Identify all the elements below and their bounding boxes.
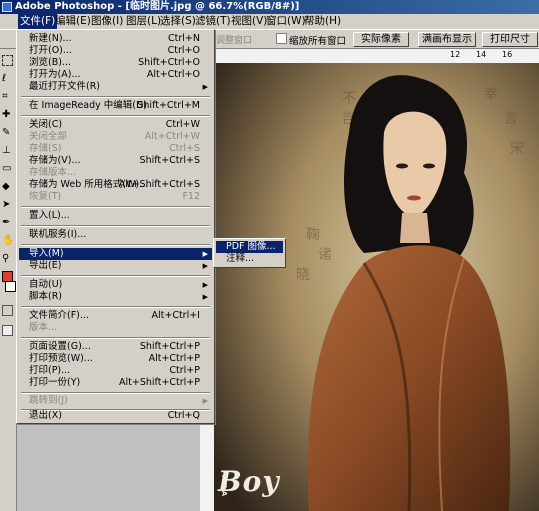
resize-window-option: 调整窗口 [216, 36, 253, 46]
file-menu-dropdown: 新建(N)... Ctrl+N 打开(O)... Ctrl+O 浏览(B)... Sh… [16, 29, 215, 424]
actual-pixels-button[interactable]: 实际像素 [353, 32, 409, 47]
menu-item-save-for-web[interactable]: 存储为 Web 所用格式(W)... Alt+Shift+Ctrl+S [19, 179, 212, 191]
menu-item-place[interactable]: 置入(L)... [19, 210, 212, 222]
menu-separator [21, 96, 210, 98]
menu-separator [21, 275, 210, 277]
submenu-arrow-icon: ▶ [202, 262, 208, 270]
menu-item-save-version: 存储版本... [29, 167, 77, 178]
stamp-tool-icon[interactable]: ⊥ [2, 145, 13, 156]
screen-mode-icon[interactable] [2, 325, 13, 336]
ruler-top: 12 14 16 [200, 49, 539, 64]
submenu-item-annotations[interactable]: 注释... [216, 253, 283, 265]
svg-text:晓: 晓 [296, 267, 310, 283]
menu-filter[interactable]: 滤镜(T) [193, 14, 233, 29]
menu-item-open-recent[interactable]: 最近打开文件(R) ▶ [19, 81, 212, 93]
menu-item-export[interactable]: 导出(E) ▶ [19, 260, 212, 272]
submenu-arrow-icon: ▶ [202, 281, 208, 289]
zoom-all-windows-label: 缩放所有窗口 [289, 36, 347, 47]
healing-brush-icon[interactable]: ✚ [2, 109, 13, 120]
menu-separator [21, 306, 210, 308]
menu-image[interactable]: 图像(I) [89, 14, 125, 29]
title-bar: Adobe Photoshop - [临时图片.jpg @ 66.7%(RGB/… [0, 0, 539, 14]
zoom-all-windows-checkbox[interactable] [276, 33, 287, 44]
document-image[interactable]: 不岂 幸言 宋鞠 诸晓 NAVA [214, 63, 539, 511]
menu-item-new[interactable]: 新建(N)... Ctrl+N [19, 33, 212, 45]
eraser-tool-icon[interactable]: ▭ [2, 163, 13, 174]
pen-tool-icon[interactable]: ✒ [2, 217, 13, 228]
menu-item-revert: 恢复(T) F12 [29, 191, 200, 202]
menu-item-jump-to: 跳转到(J) ▶ [29, 395, 208, 406]
menu-item-file-info[interactable]: 文件简介(F)... Alt+Ctrl+I [19, 310, 212, 322]
svg-text:宋: 宋 [510, 141, 524, 157]
import-submenu: PDF 图像... 注释... [213, 238, 286, 268]
menu-item-edit-in-imageready[interactable]: 在 ImageReady 中编辑(D) Shift+Ctrl+M [19, 100, 212, 112]
submenu-arrow-icon: ▶ [202, 83, 208, 91]
submenu-arrow-icon: ▶ [202, 250, 208, 258]
menu-item-scripts[interactable]: 脚本(R) ▶ [19, 291, 212, 303]
marquee-tool-icon[interactable] [2, 55, 13, 66]
menu-separator [21, 225, 210, 227]
menu-separator [21, 115, 210, 117]
menu-item-open[interactable]: 打开(O)... Ctrl+O [19, 45, 212, 57]
ruler-tick-16: 16 [502, 50, 513, 59]
menu-item-close-all: 关闭全部 Alt+Ctrl+W [29, 131, 200, 142]
zoom-tool-icon[interactable]: ⚲ [2, 253, 13, 264]
submenu-arrow-icon: ▶ [202, 397, 208, 405]
quick-mask-icon[interactable] [2, 305, 13, 316]
menu-select[interactable]: 选择(S) [158, 14, 198, 29]
crop-tool-icon[interactable]: ⌗ [2, 91, 13, 102]
menu-item-versions: 版本... [29, 322, 58, 333]
hand-tool-icon[interactable]: ✋ [2, 235, 14, 246]
portrait-photo: 不岂 幸言 宋鞠 诸晓 [214, 63, 539, 511]
menu-file[interactable]: 文件(F) [18, 14, 58, 29]
menu-item-page-setup[interactable]: 页面设置(G)... Shift+Ctrl+P [19, 341, 212, 353]
menu-separator [21, 392, 210, 394]
svg-text:不: 不 [342, 91, 356, 107]
fit-on-screen-button[interactable]: 满画布显示 [418, 32, 476, 47]
svg-text:言: 言 [504, 111, 518, 127]
blur-tool-icon[interactable]: ◆ [2, 181, 13, 192]
menu-edit[interactable]: 编辑(E) [53, 14, 93, 29]
watermark-logo: Boy [218, 465, 280, 498]
svg-text:幸: 幸 [484, 87, 498, 103]
photoshop-app-icon [2, 2, 12, 12]
menu-item-open-as[interactable]: 打开为(A)... Alt+Ctrl+O [19, 69, 212, 81]
path-select-tool-icon[interactable]: ➤ [2, 199, 13, 210]
menu-bar: 文件(F) 编辑(E) 图像(I) 图层(L) 选择(S) 滤镜(T) 视图(V… [0, 14, 539, 30]
menu-item-save: 存储(S) Ctrl+S [29, 143, 200, 154]
menu-item-automate[interactable]: 自动(U) ▶ [19, 279, 212, 291]
menu-item-close[interactable]: 关闭(C) Ctrl+W [19, 119, 212, 131]
menu-item-print-one-copy[interactable]: 打印一份(Y) Alt+Shift+Ctrl+P [19, 377, 212, 389]
menu-item-print-preview[interactable]: 打印预览(W)... Alt+Ctrl+P [19, 353, 212, 365]
ruler-tick-14: 14 [476, 50, 487, 59]
print-size-button[interactable]: 打印尺寸 [482, 32, 538, 47]
menu-separator [21, 244, 210, 246]
menu-item-browse[interactable]: 浏览(B)... Shift+Ctrl+O [19, 57, 212, 69]
menu-item-online-services[interactable]: 联机服务(I)... [19, 229, 212, 241]
svg-text:诸: 诸 [318, 247, 332, 263]
menu-item-save-as[interactable]: 存储为(V)... Shift+Ctrl+S [19, 155, 212, 167]
menu-item-import[interactable]: 导入(M) ▶ [19, 248, 212, 260]
brush-tool-icon[interactable]: ✎ [2, 127, 13, 138]
ruler-tick-12: 12 [450, 50, 461, 59]
toolbox: ℓ ⌗ ✚ ✎ ⊥ ▭ ◆ ➤ ✒ ✋ ⚲ [0, 49, 17, 511]
menu-separator [21, 337, 210, 339]
svg-text:鞠: 鞠 [306, 227, 320, 243]
menu-help[interactable]: 帮助(H) [302, 14, 343, 29]
submenu-arrow-icon: ▶ [202, 293, 208, 301]
submenu-item-pdf-image[interactable]: PDF 图像... [216, 241, 283, 253]
menu-item-print[interactable]: 打印(P)... Ctrl+P [19, 365, 212, 377]
menu-separator [21, 206, 210, 208]
background-color-swatch[interactable] [5, 281, 16, 292]
lasso-tool-icon[interactable]: ℓ [2, 73, 13, 84]
menu-item-exit[interactable]: 退出(X) Ctrl+Q [19, 410, 212, 422]
window-title: Adobe Photoshop - [临时图片.jpg @ 66.7%(RGB/… [15, 1, 300, 12]
